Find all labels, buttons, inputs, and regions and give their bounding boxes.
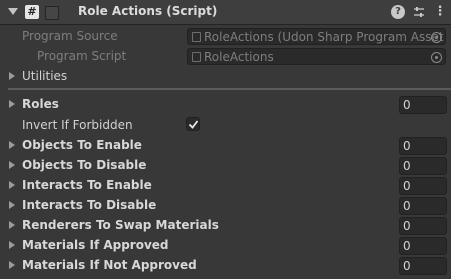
program-script-label: Program Script — [37, 49, 127, 63]
utilities-foldout[interactable]: Utilities — [22, 69, 67, 83]
roles-size-input[interactable]: 0 — [399, 96, 447, 114]
invert-if-forbidden-label: Invert If Forbidden — [22, 118, 133, 132]
component-header[interactable]: # Role Actions (Script) ? ⋮ — [0, 0, 451, 25]
interacts-to-enable-label[interactable]: Interacts To Enable — [22, 178, 152, 192]
object-picker-icon[interactable] — [431, 52, 442, 63]
script-file-icon — [192, 52, 201, 62]
objects-to-enable-label[interactable]: Objects To Enable — [22, 138, 142, 152]
section-divider — [8, 88, 451, 90]
objects-to-enable-foldout-arrow-icon[interactable] — [9, 141, 15, 149]
object-picker-icon[interactable] — [431, 32, 442, 43]
objects-to-disable-label[interactable]: Objects To Disable — [22, 158, 146, 172]
invert-if-forbidden-checkbox[interactable] — [186, 117, 200, 131]
checkmark-icon — [188, 120, 199, 129]
program-source-value: RoleActions (Udon Sharp Program Asset — [204, 30, 444, 44]
program-source-field[interactable]: RoleActions (Udon Sharp Program Asset — [187, 28, 446, 45]
interacts-to-disable-foldout-arrow-icon[interactable] — [9, 201, 15, 209]
program-script-field[interactable]: RoleActions — [187, 48, 446, 65]
csharp-script-icon: # — [25, 5, 39, 19]
renderers-to-swap-materials-size-input[interactable]: 0 — [399, 217, 447, 235]
materials-if-not-approved-foldout-arrow-icon[interactable] — [9, 261, 15, 269]
help-icon[interactable]: ? — [391, 5, 405, 19]
roles-foldout-arrow-icon[interactable] — [9, 100, 15, 108]
materials-if-approved-foldout-arrow-icon[interactable] — [9, 241, 15, 249]
objects-to-disable-size-input[interactable]: 0 — [399, 157, 447, 175]
component-title: Role Actions (Script) — [78, 4, 218, 18]
interacts-to-enable-size-input[interactable]: 0 — [399, 177, 447, 195]
renderers-to-swap-materials-label[interactable]: Renderers To Swap Materials — [22, 218, 219, 232]
materials-if-approved-label[interactable]: Materials If Approved — [22, 238, 169, 252]
renderers-to-swap-materials-foldout-arrow-icon[interactable] — [9, 221, 15, 229]
utilities-foldout-arrow-icon[interactable] — [9, 72, 15, 80]
materials-if-not-approved-size-input[interactable]: 0 — [399, 257, 447, 275]
more-options-icon[interactable]: ⋮ — [433, 5, 447, 19]
component-enabled-checkbox[interactable] — [45, 6, 59, 20]
program-script-value: RoleActions — [204, 50, 274, 64]
collapse-arrow-icon[interactable] — [8, 8, 18, 15]
materials-if-approved-size-input[interactable]: 0 — [399, 237, 447, 255]
interacts-to-disable-size-input[interactable]: 0 — [399, 197, 447, 215]
program-source-label: Program Source — [22, 29, 118, 43]
preset-sliders-icon[interactable] — [412, 5, 426, 19]
objects-to-enable-size-input[interactable]: 0 — [399, 137, 447, 155]
interacts-to-disable-label[interactable]: Interacts To Disable — [22, 198, 156, 212]
roles-label[interactable]: Roles — [22, 97, 59, 111]
asset-icon — [192, 32, 201, 42]
interacts-to-enable-foldout-arrow-icon[interactable] — [9, 181, 15, 189]
materials-if-not-approved-label[interactable]: Materials If Not Approved — [22, 258, 197, 272]
objects-to-disable-foldout-arrow-icon[interactable] — [9, 161, 15, 169]
